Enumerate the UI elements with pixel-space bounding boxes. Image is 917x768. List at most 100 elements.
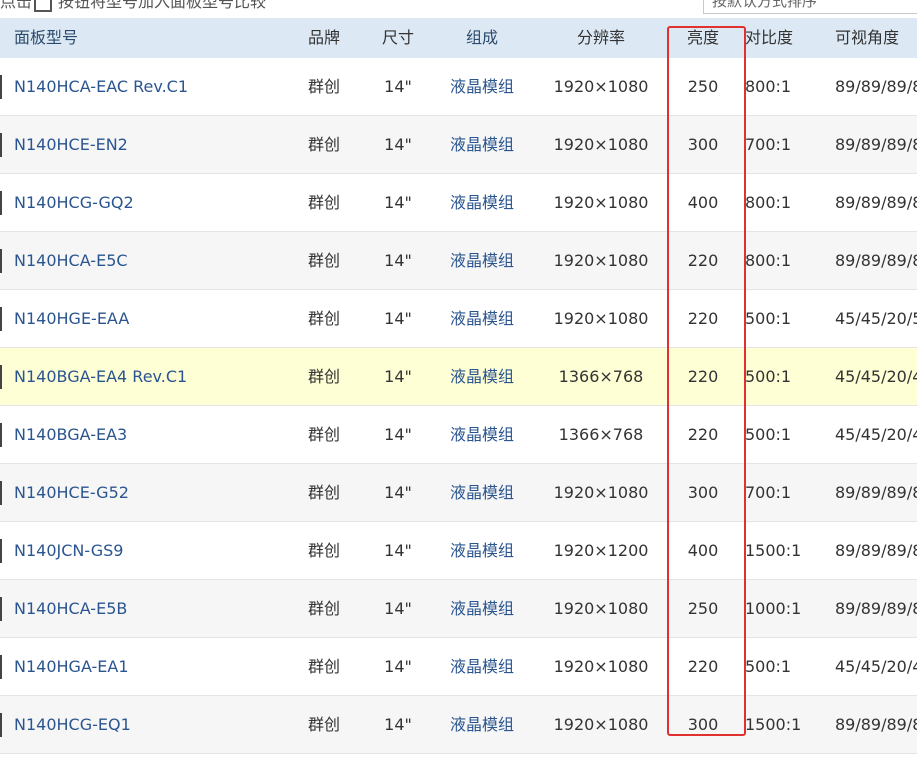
composition-link[interactable]: 液晶模组 (434, 638, 530, 696)
size-cell: 14" (384, 251, 412, 270)
header-model[interactable]: 面板型号 (14, 18, 294, 58)
model-link[interactable]: N140HCG-EQ1 (14, 696, 294, 754)
size-cell: 14" (384, 599, 412, 618)
brightness-cell: 220 (687, 367, 719, 386)
table-row[interactable]: N140BGA-EA4 Rev.C1 群创 14" 液晶模组 1366×768 220 50… (0, 348, 917, 406)
contrast-cell: 800:1 (745, 193, 792, 212)
row-compare-checkbox[interactable] (0, 597, 2, 621)
table-row[interactable]: N140HCA-EAC Rev.C1 群创 14" 液晶模组 1920×1080 250 8… (0, 58, 917, 116)
model-link[interactable]: N140HCA-E5C (14, 232, 294, 290)
contrast-cell: 700:1 (745, 135, 792, 154)
row-compare-checkbox[interactable] (0, 713, 2, 737)
brightness-cell: 300 (687, 715, 719, 734)
viewing-angle-cell: 45/45/20/40 (835, 657, 917, 676)
brand-cell: 群创 (307, 425, 340, 444)
sort-select[interactable]: 按默认方式排序 (703, 0, 917, 14)
brightness-cell: 250 (687, 77, 719, 96)
model-link[interactable]: N140HCA-EAC Rev.C1 (14, 58, 294, 116)
row-compare-checkbox[interactable] (0, 481, 2, 505)
size-cell: 14" (384, 135, 412, 154)
table-row[interactable]: N140HCG-EQ1 群创 14" 液晶模组 1920×1080 300 1500:1 89… (0, 696, 917, 754)
model-link[interactable]: N140BGA-EA4 Rev.C1 (14, 348, 294, 406)
model-link[interactable]: N140HGE-EAA (14, 290, 294, 348)
model-link[interactable]: N140HCE-G52 (14, 464, 294, 522)
row-compare-checkbox[interactable] (0, 539, 2, 563)
contrast-cell: 1500:1 (745, 715, 802, 734)
composition-link[interactable]: 液晶模组 (434, 116, 530, 174)
size-cell: 14" (384, 77, 412, 96)
composition-link[interactable]: 液晶模组 (434, 174, 530, 232)
model-link[interactable]: N140HCG-GQ2 (14, 174, 294, 232)
header-viewing-angle[interactable]: 可视角度 (835, 18, 917, 58)
table-row[interactable]: N140JCN-GS9 群创 14" 液晶模组 1920×1200 400 1500:1 89… (0, 522, 917, 580)
composition-link[interactable]: 液晶模组 (434, 232, 530, 290)
viewing-angle-cell: 89/89/89/89 (835, 193, 917, 212)
size-cell: 14" (384, 541, 412, 560)
brand-cell: 群创 (307, 309, 340, 328)
resolution-cell: 1920×1080 (553, 77, 649, 96)
header-composition[interactable]: 组成 (434, 18, 530, 58)
brightness-cell: 300 (687, 483, 719, 502)
composition-link[interactable]: 液晶模组 (434, 348, 530, 406)
resolution-cell: 1920×1200 (553, 541, 649, 560)
viewing-angle-cell: 89/89/89/89 (835, 599, 917, 618)
row-compare-checkbox[interactable] (0, 75, 2, 99)
brand-cell: 群创 (307, 367, 340, 386)
table-row[interactable]: N140HGA-EA1 群创 14" 液晶模组 1920×1080 220 500:1 45/… (0, 638, 917, 696)
brightness-cell: 220 (687, 309, 719, 328)
brand-cell: 群创 (307, 715, 340, 734)
model-link[interactable]: N140JCN-GS9 (14, 522, 294, 580)
viewing-angle-cell: 45/45/20/40 (835, 425, 917, 444)
composition-link[interactable]: 液晶模组 (434, 406, 530, 464)
row-compare-checkbox[interactable] (0, 365, 2, 389)
brightness-cell: 220 (687, 657, 719, 676)
table-row[interactable]: N140HCE-EN2 群创 14" 液晶模组 1920×1080 300 700:1 89/… (0, 116, 917, 174)
resolution-cell: 1920×1080 (553, 715, 649, 734)
table-row[interactable]: N140HCG-GQ2 群创 14" 液晶模组 1920×1080 400 800:1 89/… (0, 174, 917, 232)
table-row[interactable]: N140BGA-EA3 群创 14" 液晶模组 1366×768 220 500:1 45/4… (0, 406, 917, 464)
table-row[interactable]: N140HCA-E5B 群创 14" 液晶模组 1920×1080 250 1000:1 89… (0, 580, 917, 638)
row-compare-checkbox[interactable] (0, 249, 2, 273)
brand-cell: 群创 (307, 251, 340, 270)
resolution-cell: 1920×1080 (553, 309, 649, 328)
brand-cell: 群创 (307, 541, 340, 560)
header-brightness[interactable]: 亮度 (671, 18, 735, 58)
table-header: 面板型号 品牌 尺寸 组成 分辨率 亮度 对比度 可视角度 (0, 18, 917, 58)
model-link[interactable]: N140HCA-E5B (14, 580, 294, 638)
row-compare-checkbox[interactable] (0, 423, 2, 447)
size-cell: 14" (384, 425, 412, 444)
header-contrast[interactable]: 对比度 (745, 18, 825, 58)
composition-link[interactable]: 液晶模组 (434, 580, 530, 638)
composition-link[interactable]: 液晶模组 (434, 522, 530, 580)
row-compare-checkbox[interactable] (0, 307, 2, 331)
model-link[interactable]: N140HGA-EA1 (14, 638, 294, 696)
table-row[interactable]: N140HCA-E5C 群创 14" 液晶模组 1920×1080 220 800:1 89/… (0, 232, 917, 290)
composition-link[interactable]: 液晶模组 (434, 58, 530, 116)
table-row[interactable]: N140HCE-G52 群创 14" 液晶模组 1920×1080 300 700:1 89/… (0, 464, 917, 522)
composition-link[interactable]: 液晶模组 (434, 290, 530, 348)
header-size[interactable]: 尺寸 (367, 18, 429, 58)
contrast-cell: 800:1 (745, 251, 792, 270)
header-brand[interactable]: 品牌 (287, 18, 361, 58)
contrast-cell: 1500:1 (745, 541, 802, 560)
composition-link[interactable]: 液晶模组 (434, 696, 530, 754)
sort-select-label: 按默认方式排序 (712, 0, 818, 10)
viewing-angle-cell: 89/89/89/89 (835, 135, 917, 154)
row-compare-checkbox[interactable] (0, 133, 2, 157)
model-link[interactable]: N140HCE-EN2 (14, 116, 294, 174)
contrast-cell: 500:1 (745, 425, 792, 444)
table-row[interactable]: N140HGE-EAA 群创 14" 液晶模组 1920×1080 220 500:1 45/… (0, 290, 917, 348)
compare-hint-bar: 点击 按钮将型号加入面板型号比较 按默认方式排序 (0, 0, 917, 18)
size-cell: 14" (384, 367, 412, 386)
model-link[interactable]: N140BGA-EA3 (14, 406, 294, 464)
contrast-cell: 500:1 (745, 657, 792, 676)
contrast-cell: 700:1 (745, 483, 792, 502)
brand-cell: 群创 (307, 193, 340, 212)
composition-link[interactable]: 液晶模组 (434, 464, 530, 522)
brand-cell: 群创 (307, 599, 340, 618)
row-compare-checkbox[interactable] (0, 191, 2, 215)
row-compare-checkbox[interactable] (0, 655, 2, 679)
header-resolution[interactable]: 分辨率 (537, 18, 665, 58)
brand-cell: 群创 (307, 135, 340, 154)
size-cell: 14" (384, 193, 412, 212)
